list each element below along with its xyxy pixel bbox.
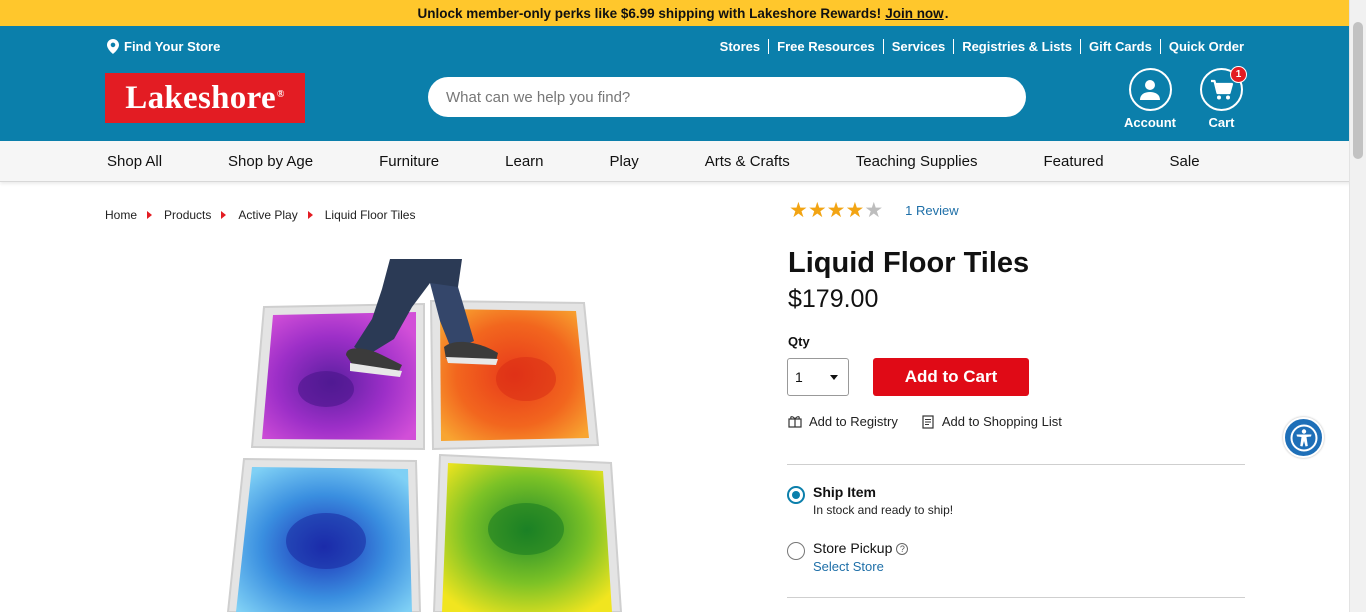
account-label: Account [1124, 115, 1176, 130]
link-gift-cards[interactable]: Gift Cards [1081, 39, 1161, 54]
promo-end: . [944, 5, 949, 21]
category-nav: Shop All Shop by Age Furniture Learn Pla… [0, 141, 1366, 182]
link-stores[interactable]: Stores [712, 39, 770, 54]
cart-circle: 1 [1200, 66, 1247, 111]
store-pickup-option[interactable]: Store Pickup? Select Store [787, 540, 909, 574]
rating-stars[interactable]: ★ ★ ★ ★ ★ 1 Review [789, 200, 959, 221]
cart-count-badge: 1 [1230, 66, 1247, 83]
star-filled-icon: ★ [845, 199, 865, 222]
tile-blue [226, 457, 422, 612]
qty-value: 1 [795, 369, 803, 385]
page-scrollbar[interactable] [1349, 0, 1366, 612]
nav-featured[interactable]: Featured [1044, 153, 1104, 170]
nav-furniture[interactable]: Furniture [379, 153, 439, 170]
add-to-list-link[interactable]: Add to Shopping List [922, 414, 1062, 429]
nav-learn[interactable]: Learn [505, 153, 543, 170]
radio-unselected-icon[interactable] [787, 542, 805, 560]
qty-label: Qty [788, 334, 810, 349]
breadcrumb-separator-icon [221, 211, 227, 219]
caret-down-icon [830, 374, 838, 380]
nav-teaching-supplies[interactable]: Teaching Supplies [856, 153, 978, 170]
product-title: Liquid Floor Tiles [788, 247, 1030, 279]
promo-banner: Unlock member-only perks like $6.99 ship… [0, 0, 1366, 26]
nav-arts-crafts[interactable]: Arts & Crafts [705, 153, 790, 170]
breadcrumb-separator-icon [147, 211, 153, 219]
find-store-link[interactable]: Find Your Store [107, 39, 220, 54]
nav-shop-by-age[interactable]: Shop by Age [228, 153, 313, 170]
ship-item-status: In stock and ready to ship! [813, 503, 954, 517]
nav-play[interactable]: Play [610, 153, 639, 170]
star-filled-icon: ★ [826, 199, 846, 222]
add-to-registry-link[interactable]: Add to Registry [788, 414, 898, 429]
divider [787, 597, 1245, 598]
ship-item-title: Ship Item [813, 484, 877, 500]
promo-text: Unlock member-only perks like $6.99 ship… [417, 5, 882, 21]
nav-shop-all[interactable]: Shop All [107, 153, 162, 170]
user-icon [1140, 79, 1160, 100]
list-actions: Add to Registry Add to Shopping List [788, 414, 1086, 429]
cart-icon [1210, 79, 1233, 99]
link-registries[interactable]: Registries & Lists [954, 39, 1082, 54]
breadcrumb: Home Products Active Play Liquid Floor T… [105, 208, 415, 222]
product-price: $179.00 [788, 285, 879, 313]
breadcrumb-home[interactable]: Home [105, 208, 137, 222]
link-free-resources[interactable]: Free Resources [769, 39, 884, 54]
add-to-registry-label: Add to Registry [809, 414, 898, 429]
site-header: Find Your Store Stores Free Resources Se… [0, 26, 1366, 141]
liquid-floor-tiles-photo [226, 259, 623, 612]
location-pin-icon [107, 39, 119, 54]
breadcrumb-active-play[interactable]: Active Play [238, 208, 297, 222]
help-icon[interactable]: ? [896, 543, 909, 556]
scrollbar-thumb[interactable] [1353, 22, 1363, 159]
list-icon [922, 414, 934, 429]
lakeshore-logo[interactable]: Lakeshore ® [105, 73, 305, 123]
nav-sale[interactable]: Sale [1170, 153, 1200, 170]
add-to-list-label: Add to Shopping List [941, 414, 1062, 429]
add-to-cart-button[interactable]: Add to Cart [873, 358, 1029, 396]
radio-selected-icon[interactable] [787, 486, 805, 504]
link-quick-order[interactable]: Quick Order [1161, 39, 1244, 54]
search-input[interactable] [428, 77, 1026, 117]
cart-button[interactable]: 1 Cart [1200, 66, 1247, 130]
reviews-link[interactable]: 1 Review [905, 203, 958, 218]
link-services[interactable]: Services [884, 39, 955, 54]
breadcrumb-products[interactable]: Products [164, 208, 211, 222]
logo-text: Lakeshore [125, 79, 276, 116]
breadcrumb-separator-icon [307, 211, 313, 219]
product-image[interactable] [226, 259, 624, 612]
store-pickup-title: Store Pickup? [813, 540, 909, 556]
account-button[interactable]: Account [1124, 68, 1176, 130]
account-circle [1128, 68, 1172, 111]
accessibility-button[interactable] [1283, 417, 1324, 458]
gift-icon [788, 416, 802, 428]
breadcrumb-current: Liquid Floor Tiles [324, 208, 416, 222]
select-store-link[interactable]: Select Store [813, 559, 908, 574]
find-store-label: Find Your Store [124, 39, 221, 54]
star-empty-icon: ★ [864, 199, 884, 222]
accessibility-icon [1290, 424, 1317, 451]
ship-item-option[interactable]: Ship Item In stock and ready to ship! [787, 484, 953, 517]
cart-label: Cart [1208, 115, 1235, 130]
join-now-link[interactable]: Join now [885, 6, 944, 21]
store-pickup-label: Store Pickup [813, 540, 893, 556]
star-filled-icon: ★ [807, 199, 827, 222]
star-filled-icon: ★ [789, 199, 808, 222]
qty-select[interactable]: 1 [787, 358, 849, 396]
logo-mark: ® [276, 88, 285, 100]
utility-links: Stores Free Resources Services Registrie… [712, 39, 1244, 54]
divider [787, 464, 1245, 465]
product-page: Home Products Active Play Liquid Floor T… [0, 182, 1366, 612]
tile-green [432, 453, 623, 612]
